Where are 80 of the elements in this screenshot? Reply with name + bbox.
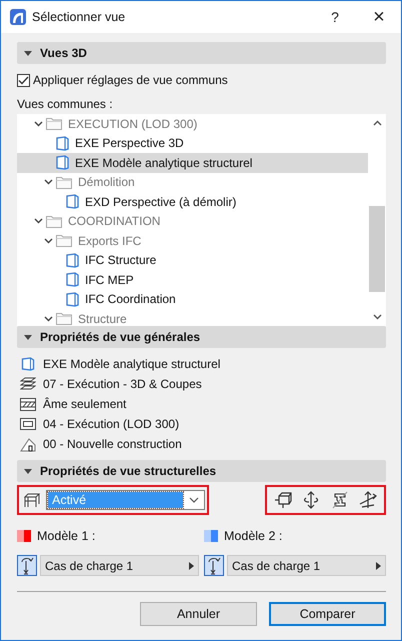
folder-label: Démolition <box>78 175 135 190</box>
section-header[interactable]: Propriétés de vue générales <box>17 326 386 348</box>
folder-icon <box>46 117 62 130</box>
tree-row[interactable]: EXECUTION (LOD 300) <box>17 114 368 134</box>
house-icon <box>20 436 36 452</box>
tree-row[interactable]: Structure <box>17 309 368 326</box>
load-case-button[interactable] <box>204 555 224 576</box>
load-case-selector[interactable]: Cas de charge 1 <box>227 555 386 576</box>
model-label: Modèle 2 : <box>224 529 282 543</box>
load-case-selector[interactable]: Cas de charge 1 <box>40 555 199 576</box>
axes-icon[interactable] <box>358 491 377 509</box>
chevron-icon[interactable] <box>34 120 43 127</box>
view-label: EXD Perspective (à démolir) <box>85 194 236 209</box>
property-text: 07 - Exécution - 3D & Coupes <box>43 377 202 391</box>
folder-icon <box>56 234 72 248</box>
property-text: Âme seulement <box>43 397 126 411</box>
view-label: IFC Coordination <box>85 292 176 306</box>
section-title: Vues 3D <box>40 46 87 60</box>
close-button[interactable]: × <box>357 2 401 32</box>
folder-label: Exports IFC <box>78 234 142 248</box>
triangle-icon <box>189 562 194 570</box>
folder-label: EXECUTION (LOD 300) <box>68 116 198 131</box>
folder-icon <box>56 176 72 189</box>
app-logo-icon <box>10 9 26 25</box>
property-text: EXE Modèle analytique structurel <box>43 357 220 371</box>
rotate-axis-icon[interactable] <box>302 491 320 509</box>
checkbox-label: Appliquer réglages de vue communs <box>33 73 228 87</box>
model-label: Modèle 1 : <box>37 529 96 543</box>
tree-row[interactable]: EXD Perspective (à démolir) <box>17 192 368 212</box>
folder-icon <box>46 214 62 228</box>
hatch-icon <box>20 398 36 410</box>
scroll-up-icon[interactable] <box>372 120 382 126</box>
folder-label: Structure <box>78 312 127 326</box>
view-label: IFC Structure <box>85 253 156 268</box>
tree-row[interactable]: IFC MEP <box>17 270 368 290</box>
rectangle-icon <box>20 418 36 430</box>
dropdown-value: Activé <box>48 492 183 508</box>
node-icon[interactable] <box>274 491 292 509</box>
scrollbar-thumb[interactable] <box>369 206 385 292</box>
chevron-icon[interactable] <box>44 316 53 322</box>
tree-row[interactable]: IFC Coordination <box>17 290 368 309</box>
section-title: Propriétés de vue structurelles <box>40 464 216 478</box>
help-button[interactable]: ? <box>313 2 357 32</box>
checkbox[interactable] <box>17 74 30 86</box>
triangle-icon <box>376 562 381 570</box>
property-text: 04 - Exécution (LOD 300) <box>43 417 180 431</box>
view-icon <box>56 136 69 151</box>
property-text: 00 - Nouvelle construction <box>43 437 182 451</box>
dialog-button[interactable]: Annuler <box>140 602 257 626</box>
view-icon <box>66 194 79 210</box>
tree-row[interactable]: Démolition <box>17 172 368 192</box>
view-icon <box>66 292 79 307</box>
view-icon <box>20 357 36 371</box>
view-label: EXE Perspective 3D <box>75 136 184 150</box>
layers-icon <box>20 377 36 391</box>
chevron-icon[interactable] <box>44 179 53 186</box>
tree-row[interactable]: EXE Modèle analytique structurel <box>17 153 368 172</box>
view-icon <box>66 272 79 288</box>
load-case-button[interactable] <box>17 555 37 576</box>
chevron-icon <box>189 497 199 503</box>
chevron-icon[interactable] <box>34 218 43 224</box>
section-title: Propriétés de vue générales <box>40 330 200 344</box>
list-label: Vues communes : <box>17 97 114 113</box>
section-header[interactable]: Propriétés de vue structurelles <box>17 460 386 482</box>
view-icon <box>56 155 69 170</box>
tree-row[interactable]: Exports IFC <box>17 231 368 250</box>
window-title: Sélectionner vue <box>32 10 126 24</box>
beam-icon <box>24 492 40 508</box>
view-label: EXE Modèle analytique structurel <box>75 156 252 170</box>
view-icon <box>66 252 79 268</box>
tree-row[interactable]: EXE Perspective 3D <box>17 134 368 153</box>
tree-row[interactable]: COORDINATION <box>17 212 368 231</box>
profile-icon[interactable] <box>330 491 349 509</box>
tree-row[interactable]: IFC Structure <box>17 250 368 270</box>
folder-label: COORDINATION <box>68 214 160 228</box>
scroll-down-icon[interactable] <box>372 314 382 320</box>
view-label: IFC MEP <box>85 272 134 287</box>
section-header[interactable]: Vues 3D <box>17 42 386 64</box>
chevron-icon[interactable] <box>44 238 53 244</box>
dialog-button[interactable]: Comparer <box>269 602 386 626</box>
